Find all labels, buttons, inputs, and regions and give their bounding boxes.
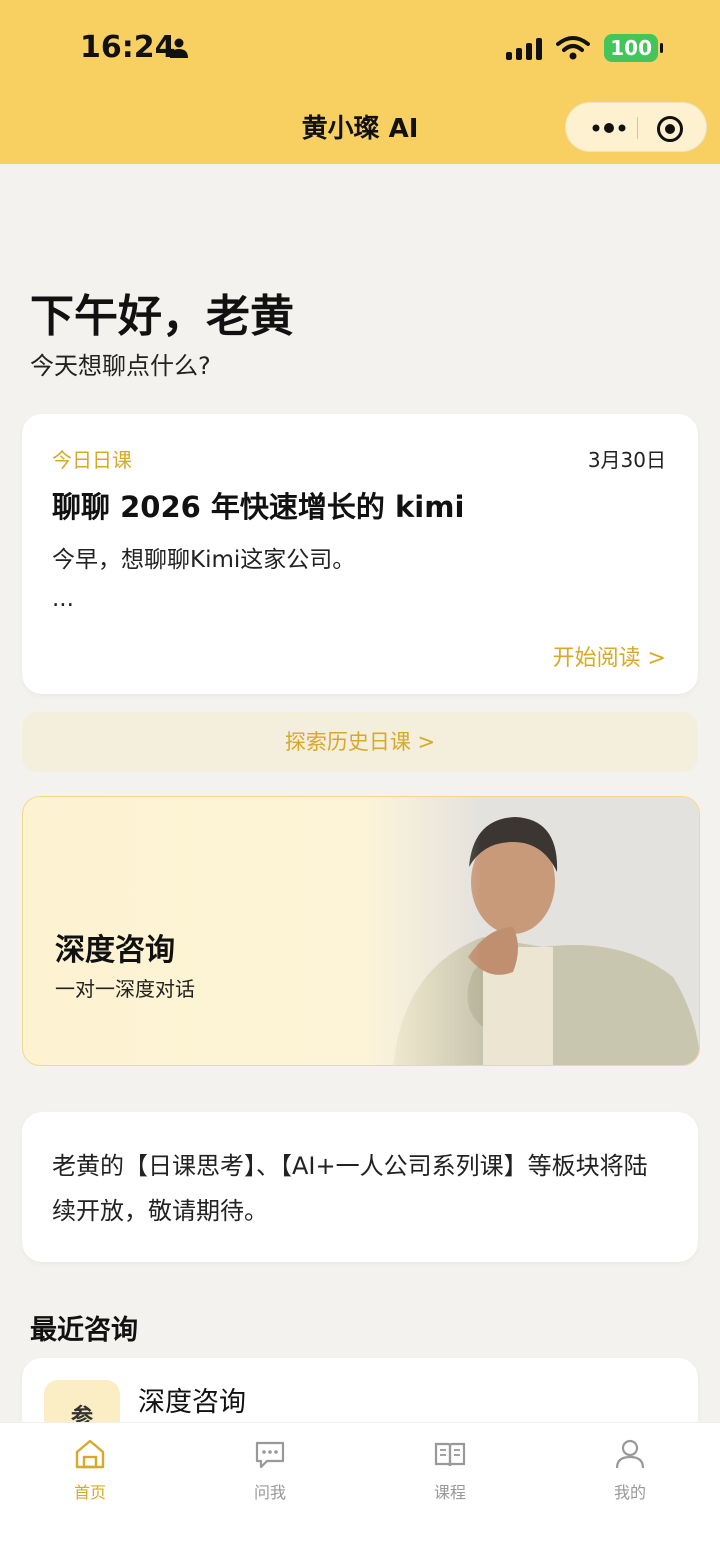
recent-consults-title: 最近咨询 [30,1315,138,1346]
close-miniprogram-icon[interactable] [656,115,684,143]
daily-lesson-ellipsis: ... [52,586,74,612]
tab-ask[interactable]: 问我 [210,1437,330,1517]
tab-mine[interactable]: 我的 [570,1437,690,1517]
tab-ask-label: 问我 [253,1483,286,1502]
consult-title: 深度咨询 [55,933,175,968]
start-reading-link[interactable]: 开始阅读 > [553,640,666,672]
status-indicators: 100 [506,32,663,64]
deep-consult-banner[interactable]: 深度咨询 一对一深度对话 [22,796,700,1066]
tab-courses[interactable]: 课程 [390,1437,510,1517]
tab-home-label: 首页 [73,1483,106,1502]
battery-indicator: 100 [604,34,663,62]
chat-bubble-icon [255,1441,285,1469]
bottom-tab-bar: 首页 问我 课程 我的 [0,1422,720,1560]
greeting-title: 下午好，老黄 [30,291,294,342]
explore-history-button[interactable]: 探索历史日课 > [22,712,698,772]
person-icon [170,38,188,58]
cellular-signal-icon [506,36,543,60]
daily-lesson-excerpt: 今早，想聊聊Kimi这家公司。 [52,547,356,573]
recent-consult-title: 深度咨询 [138,1387,246,1418]
daily-lesson-card[interactable]: 今日日课 3月30日 聊聊 2026 年快速增长的 kimi 今早，想聊聊Kim… [22,414,698,694]
user-icon [615,1439,645,1469]
host-portrait-image [363,797,699,1065]
daily-lesson-date: 3月30日 [587,448,666,472]
capsule-divider [637,117,638,139]
home-icon [75,1439,105,1469]
top-bar: 16:24 100 黄小璨 AI [0,0,720,164]
book-icon [434,1442,466,1467]
daily-lesson-label: 今日日课 [52,448,132,472]
greeting-subtitle: 今天想聊点什么? [30,352,211,380]
tab-courses-label: 课程 [433,1483,466,1502]
status-time: 16:24 [80,30,176,65]
tab-home[interactable]: 首页 [30,1437,150,1517]
daily-lesson-title: 聊聊 2026 年快速增长的 kimi [52,490,465,524]
tab-mine-label: 我的 [613,1483,646,1502]
wifi-icon [556,36,591,60]
miniprogram-capsule [565,102,707,152]
more-options-icon[interactable] [584,116,634,140]
notice-text: 老黄的【日课思考】、【AI+一人公司系列课】等板块将陆续开放，敬请期待。 [52,1152,648,1225]
consult-subtitle: 一对一深度对话 [55,977,195,1001]
notice-card: 老黄的【日课思考】、【AI+一人公司系列课】等板块将陆续开放，敬请期待。 [22,1112,698,1262]
